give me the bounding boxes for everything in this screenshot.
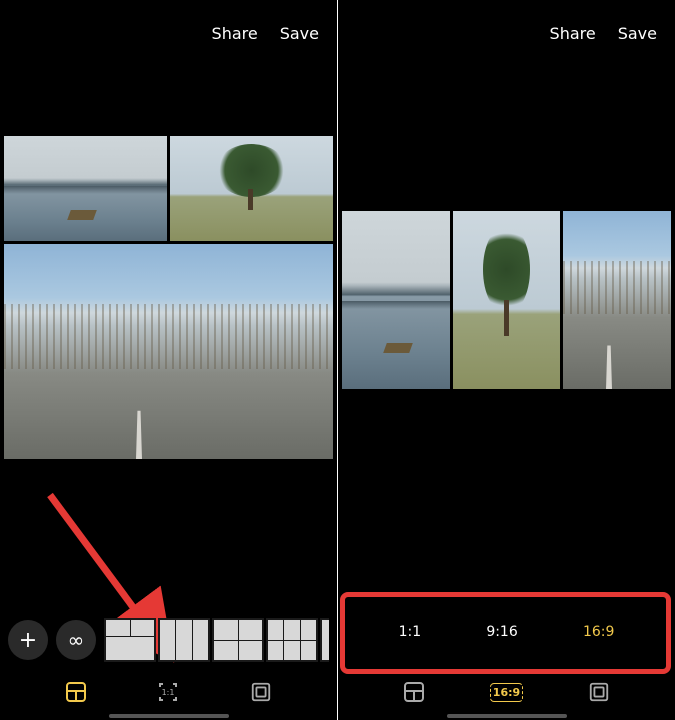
- header: Share Save: [338, 0, 675, 66]
- layout-template[interactable]: [104, 618, 156, 662]
- tab-layout[interactable]: [63, 679, 89, 705]
- aspect-option-9-16[interactable]: 9:16: [486, 624, 517, 640]
- header: Share Save: [0, 0, 337, 66]
- save-button[interactable]: Save: [280, 24, 319, 43]
- collage-photo-lake[interactable]: [4, 136, 167, 241]
- tab-aspect-ratio[interactable]: 1:1: [155, 679, 181, 705]
- aspect-option-1-1[interactable]: 1:1: [399, 624, 422, 640]
- layout-toolbar: + ∞: [0, 610, 337, 670]
- collage-photo-road[interactable]: [4, 244, 333, 459]
- share-button[interactable]: Share: [212, 24, 258, 43]
- save-button[interactable]: Save: [618, 24, 657, 43]
- tab-layout[interactable]: [401, 679, 427, 705]
- add-button[interactable]: +: [8, 620, 48, 660]
- home-indicator: [109, 714, 229, 718]
- home-indicator: [447, 714, 567, 718]
- collage-photo-tree[interactable]: [170, 136, 333, 241]
- layout-template[interactable]: [266, 618, 318, 662]
- share-button[interactable]: Share: [550, 24, 596, 43]
- bottom-tabs: 1:1: [0, 672, 337, 712]
- tab-border[interactable]: [248, 679, 274, 705]
- collage-photo-tree[interactable]: [453, 211, 561, 389]
- svg-text:1:1: 1:1: [162, 688, 175, 697]
- aspect-option-16-9[interactable]: 16:9: [583, 624, 614, 640]
- bottom-tabs: 16:9: [338, 672, 675, 712]
- tab-border[interactable]: [586, 679, 612, 705]
- layout-template[interactable]: [158, 618, 210, 662]
- shuffle-button[interactable]: ∞: [56, 620, 96, 660]
- layout-template[interactable]: [320, 618, 329, 662]
- layout-template[interactable]: [212, 618, 264, 662]
- collage-photo-road[interactable]: [563, 211, 671, 389]
- collage-photo-lake[interactable]: [342, 211, 450, 389]
- phone-screen-left: Share Save + ∞: [0, 0, 338, 720]
- collage-canvas[interactable]: [342, 211, 671, 389]
- layout-templates[interactable]: [104, 618, 329, 662]
- tab-aspect-ratio[interactable]: 16:9: [493, 679, 519, 705]
- aspect-ratio-panel: 1:1 9:16 16:9: [346, 592, 667, 672]
- collage-canvas[interactable]: [4, 136, 333, 459]
- phone-screen-right: Share Save 1:1 9:16 16:9 16:9: [338, 0, 675, 720]
